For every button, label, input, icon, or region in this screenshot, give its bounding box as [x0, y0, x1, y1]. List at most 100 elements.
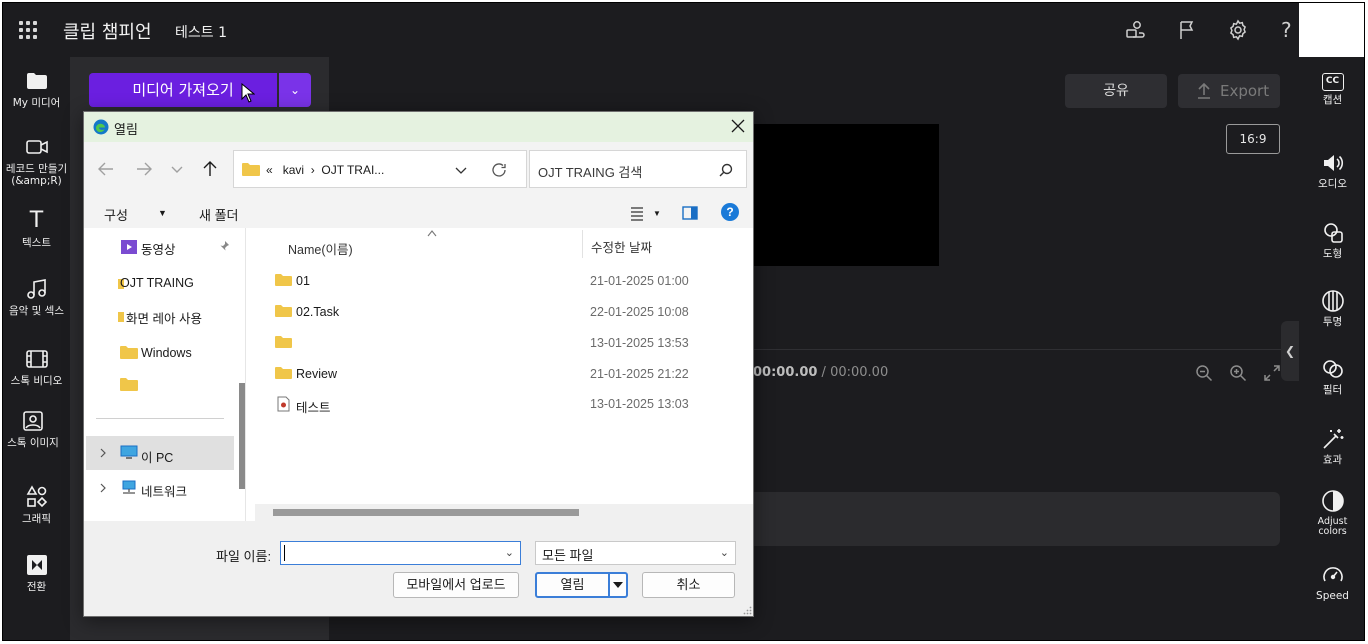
- rail-item-stock-image[interactable]: 스톡 이미지: [3, 409, 63, 449]
- rail-label: Speed: [1316, 590, 1349, 602]
- filetype-select[interactable]: 모든 파일 ⌄: [535, 541, 736, 565]
- share-people-icon[interactable]: [1123, 18, 1147, 42]
- file-row-name[interactable]: 01: [296, 274, 310, 288]
- rail-item-captions[interactable]: CC 캡션: [1299, 73, 1364, 106]
- folder-icon: [275, 305, 292, 317]
- organize-dropdown-icon[interactable]: ▼: [158, 208, 167, 218]
- zoom-in-icon[interactable]: [1229, 364, 1247, 382]
- forward-arrow-icon[interactable]: [135, 160, 153, 178]
- export-label: Export: [1220, 82, 1270, 100]
- timeline-track[interactable]: [743, 492, 1280, 546]
- file-row-name[interactable]: 02.Task: [296, 305, 339, 319]
- resize-grip-icon[interactable]: [743, 606, 752, 615]
- nav-item-screen-recordings[interactable]: 화면 레아 사용: [126, 308, 202, 327]
- folder-icon: [275, 336, 292, 348]
- clipchamp-window: 클립 챔피언 테스트 1 ? My 미디어 레코드 만들기(&amp;R) T …: [2, 2, 1365, 641]
- chevron-down-icon[interactable]: [454, 163, 468, 177]
- rail-label: My 미디어: [12, 97, 61, 109]
- nav-item-windows[interactable]: Windows: [141, 346, 192, 360]
- up-arrow-icon[interactable]: [201, 160, 219, 178]
- rail-item-transitions[interactable]: 전환: [3, 553, 70, 593]
- file-list-horizontal-scrollbar[interactable]: [255, 504, 753, 521]
- rail-label: 도형: [1322, 248, 1343, 260]
- nav-item-videos[interactable]: 동영상: [141, 239, 176, 258]
- folder-icon: [275, 274, 292, 286]
- address-bar[interactable]: « kavi › OJT TRAI...: [233, 150, 527, 188]
- rail-label: 텍스트: [22, 237, 51, 249]
- column-header-name[interactable]: Name(이름): [288, 239, 353, 258]
- recent-locations-chevron-icon[interactable]: [170, 160, 184, 178]
- column-header-date[interactable]: 수정한 날짜: [591, 237, 652, 256]
- chevron-down-icon[interactable]: ⌄: [505, 546, 514, 559]
- rail-item-audio[interactable]: 오디오: [1299, 151, 1364, 190]
- project-name[interactable]: 테스트 1: [175, 22, 227, 42]
- project-file-icon: [277, 396, 290, 412]
- rail-item-music[interactable]: 음악 및 섹스: [3, 277, 70, 317]
- network-icon: [122, 480, 136, 494]
- cancel-button[interactable]: 취소: [642, 572, 735, 598]
- dialog-footer: [84, 521, 753, 616]
- help-icon[interactable]: ?: [1281, 18, 1297, 42]
- file-row-date: 13-01-2025 13:03: [590, 397, 689, 411]
- film-icon: [25, 350, 48, 368]
- file-row-date: 13-01-2025 13:53: [590, 336, 689, 350]
- rail-item-filters[interactable]: 필터: [1299, 357, 1364, 396]
- file-list: [255, 228, 753, 504]
- breadcrumb-ojt[interactable]: OJT TRAI...: [321, 163, 384, 177]
- search-input[interactable]: OJT TRAING 검색: [538, 162, 642, 181]
- folder-icon: [275, 367, 292, 379]
- organize-menu[interactable]: 구성: [104, 205, 128, 224]
- flag-icon[interactable]: [1175, 18, 1199, 42]
- collapse-panel-button[interactable]: ❮: [1281, 321, 1299, 381]
- nav-item-this-pc[interactable]: 이 PC: [141, 447, 173, 466]
- open-button[interactable]: 열림: [535, 572, 610, 598]
- close-icon[interactable]: [729, 117, 747, 135]
- view-dropdown-icon[interactable]: ▼: [653, 209, 661, 218]
- new-folder-button[interactable]: 새 폴더: [199, 205, 239, 224]
- chevron-right-icon[interactable]: [98, 483, 108, 493]
- filename-input[interactable]: ⌄: [280, 541, 521, 565]
- zoom-out-icon[interactable]: [1195, 364, 1213, 382]
- import-options-dropdown[interactable]: ⌄: [279, 73, 311, 107]
- gear-icon[interactable]: [1226, 18, 1250, 42]
- rail-item-transparency[interactable]: 투명: [1299, 289, 1364, 328]
- scrollbar-thumb[interactable]: [273, 509, 579, 516]
- apps-grid-icon[interactable]: [19, 21, 37, 39]
- rail-item-stock-video[interactable]: 스톡 비디오: [3, 347, 70, 387]
- rail-item-record[interactable]: 레코드 만들기(&amp;R): [3, 135, 70, 187]
- rail-item-adjust-colors[interactable]: Adjust colors: [1299, 489, 1364, 537]
- share-button[interactable]: 공유: [1065, 74, 1167, 108]
- preview-pane-icon[interactable]: [682, 205, 698, 221]
- nav-pane-scrollbar[interactable]: [239, 383, 245, 489]
- fit-icon[interactable]: [1263, 364, 1281, 382]
- left-rail: My 미디어 레코드 만들기(&amp;R) T 텍스트 음악 및 섹스 스톡 …: [3, 57, 70, 640]
- breadcrumb-kavi[interactable]: kavi: [283, 163, 304, 177]
- rail-item-effects[interactable]: 효과: [1299, 427, 1364, 466]
- divider: [96, 418, 224, 419]
- search-icon[interactable]: [718, 162, 734, 178]
- time-separator: /: [817, 365, 831, 380]
- rail-item-graphics[interactable]: 그래픽: [3, 485, 70, 525]
- export-button[interactable]: Export: [1178, 74, 1280, 108]
- help-icon[interactable]: ?: [721, 203, 739, 221]
- aspect-ratio-button[interactable]: 16:9: [1226, 124, 1280, 154]
- back-arrow-icon[interactable]: [97, 160, 115, 178]
- open-options-dropdown[interactable]: [609, 572, 628, 598]
- rail-item-shapes[interactable]: 도형: [1299, 221, 1364, 260]
- refresh-icon[interactable]: [490, 161, 508, 179]
- upload-from-mobile-button[interactable]: 모바일에서 업로드: [393, 572, 519, 598]
- nav-item-network[interactable]: 네트워크: [141, 481, 187, 500]
- file-row-name[interactable]: Review: [296, 367, 337, 381]
- file-row-name[interactable]: 테스트: [296, 397, 331, 416]
- rail-item-my-media[interactable]: My 미디어: [3, 69, 70, 109]
- address-prefix: «: [266, 163, 273, 177]
- rail-item-text[interactable]: T 텍스트: [3, 209, 70, 250]
- captions-icon: CC: [1321, 73, 1344, 91]
- rail-item-speed[interactable]: Speed: [1299, 563, 1364, 602]
- chevron-right-icon[interactable]: [98, 448, 108, 458]
- search-box[interactable]: OJT TRAING 검색: [529, 150, 747, 188]
- video-preview[interactable]: [743, 124, 939, 266]
- column-separator[interactable]: [582, 230, 583, 258]
- view-options-icon[interactable]: [629, 205, 645, 221]
- nav-item-ojt-training[interactable]: OJT TRAING: [120, 276, 194, 290]
